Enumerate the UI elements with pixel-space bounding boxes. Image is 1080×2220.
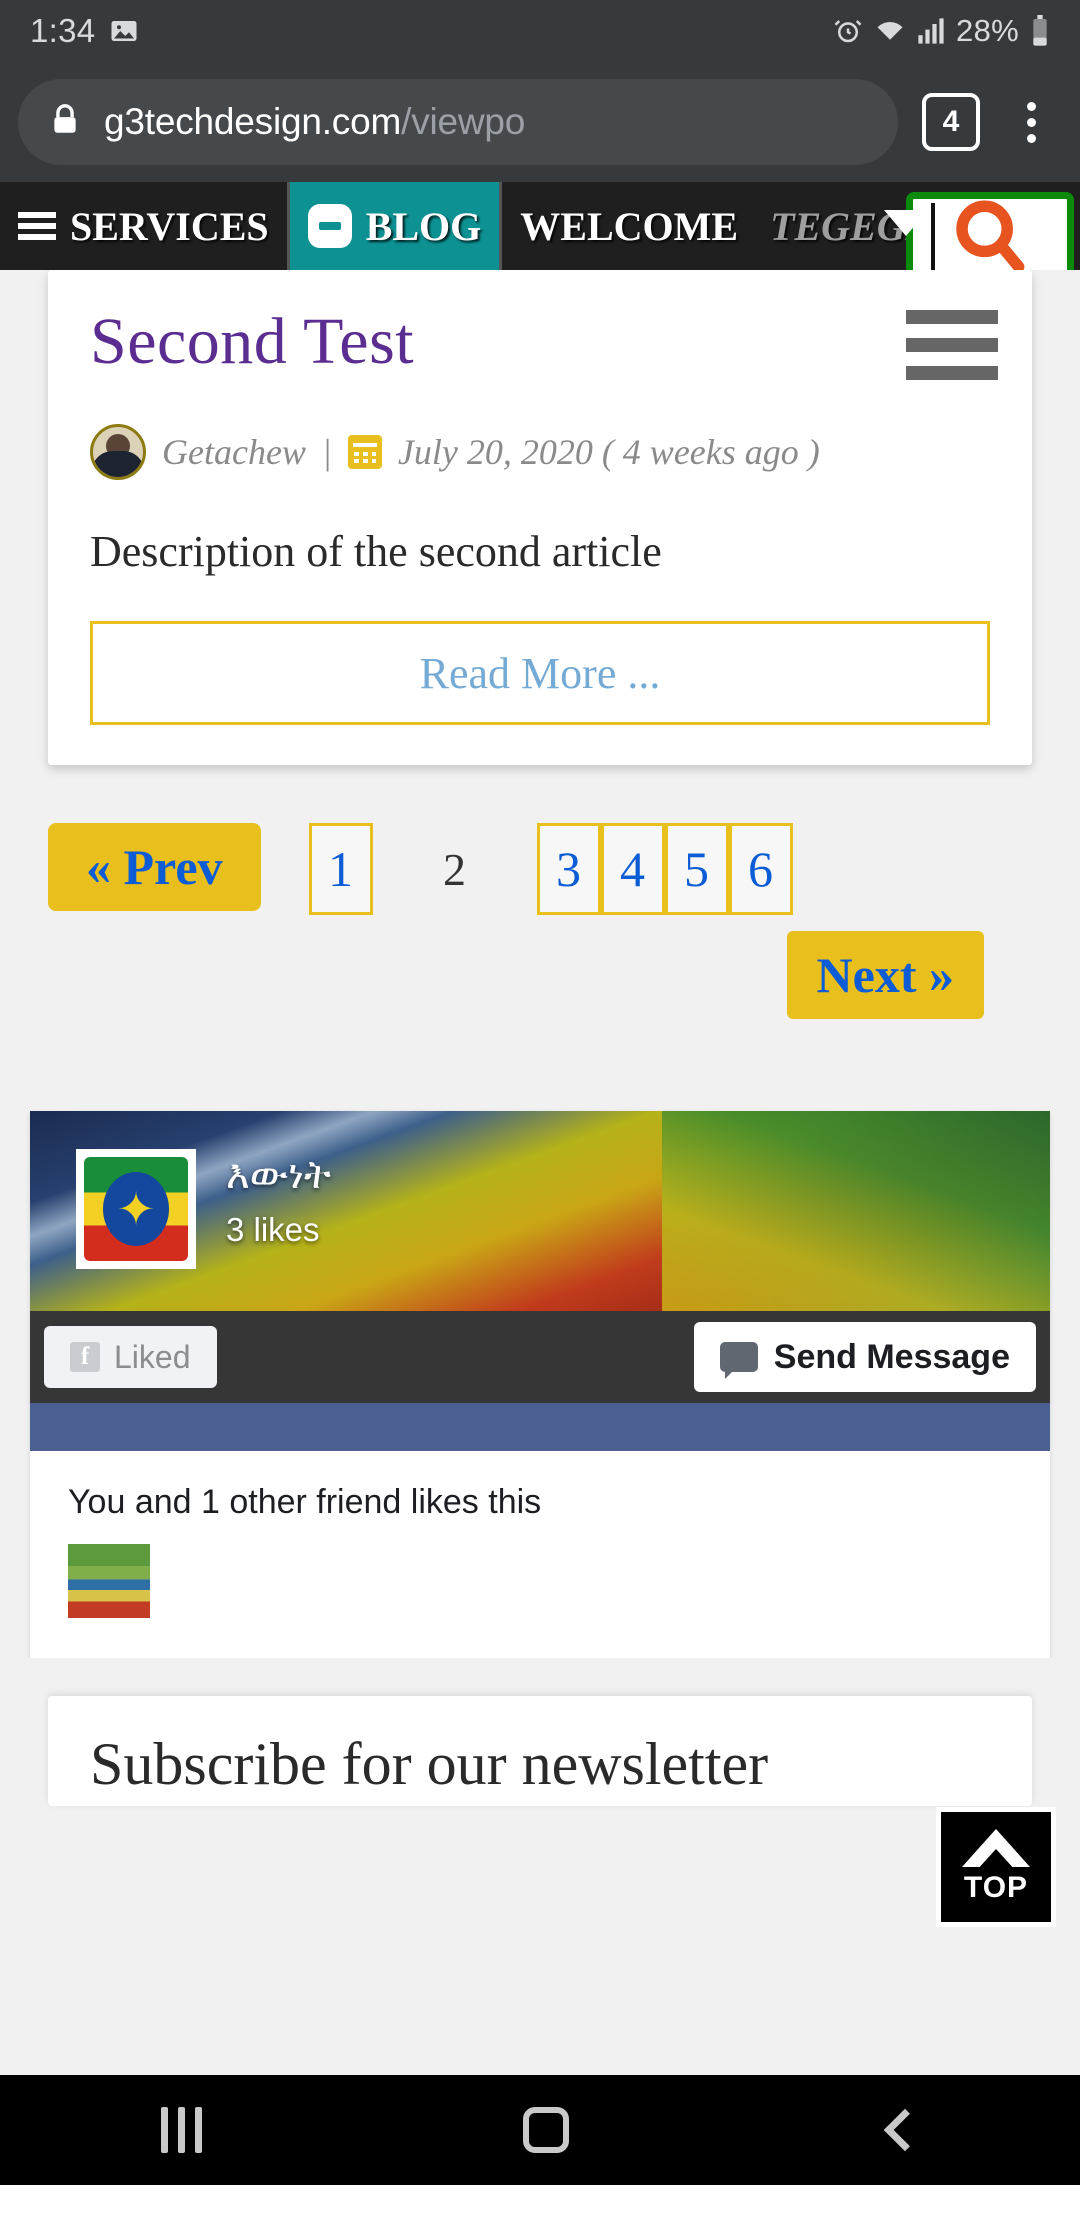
nav-item-blog[interactable]: BLOG xyxy=(289,182,503,270)
newsletter-card: Subscribe for our newsletter xyxy=(48,1696,1032,1806)
pagination-page-2-current: 2 xyxy=(443,843,467,895)
scroll-to-top-label: TOP xyxy=(963,1871,1029,1904)
battery-icon xyxy=(1030,15,1050,47)
page-content: Second Test Getachew | July 20, 2020 ( 4… xyxy=(0,270,1080,2075)
facebook-f-icon: f xyxy=(70,1342,100,1372)
chevron-up-icon xyxy=(962,1829,1030,1871)
facebook-friend-thumbnails xyxy=(68,1544,1012,1618)
facebook-page-logo: ✦ xyxy=(76,1149,196,1269)
article-description: Description of the second article xyxy=(90,527,662,576)
facebook-like-count: 3 likes xyxy=(226,1211,320,1248)
alarm-icon xyxy=(833,16,863,46)
blogger-icon xyxy=(307,204,352,248)
scroll-to-top-button[interactable]: TOP xyxy=(936,1807,1056,1927)
nav-blog-label: BLOG xyxy=(365,203,482,249)
search-input[interactable] xyxy=(906,192,1074,270)
ethiopia-flag-icon: ✦ xyxy=(84,1157,188,1261)
nav-item-services[interactable]: SERVICES xyxy=(0,182,290,270)
calendar-icon xyxy=(347,435,382,469)
facebook-send-message-button[interactable]: Send Message xyxy=(693,1322,1036,1392)
search-icon xyxy=(947,193,1033,270)
tab-switcher-button[interactable]: 4 xyxy=(922,93,980,151)
nav-welcome-label: WELCOME xyxy=(520,203,739,249)
byline-separator: | xyxy=(321,432,332,472)
android-status-bar: 1:34 28% xyxy=(0,0,1080,62)
pagination-page-4[interactable]: 4 xyxy=(600,823,665,915)
url-text: g3techdesign.com/viewpo xyxy=(104,101,525,143)
facebook-liked-label: Liked xyxy=(114,1338,191,1375)
text-cursor xyxy=(931,203,935,270)
author-avatar xyxy=(90,424,146,480)
facebook-social-proof: You and 1 other friend likes this xyxy=(30,1451,1050,1658)
facebook-liked-button[interactable]: f Liked xyxy=(44,1326,217,1388)
dropdown-caret-icon[interactable] xyxy=(884,210,928,236)
article-byline: Getachew | July 20, 2020 ( 4 weeks ago ) xyxy=(90,424,990,480)
article-date: July 20, 2020 ( 4 weeks ago ) xyxy=(397,432,820,472)
pagination-page-5[interactable]: 5 xyxy=(664,823,729,915)
facebook-social-proof-text: You and 1 other friend likes this xyxy=(68,1483,542,1521)
lock-icon xyxy=(48,103,82,142)
article-title[interactable]: Second Test xyxy=(90,304,990,380)
hamburger-menu-icon[interactable] xyxy=(906,310,998,394)
message-bubble-icon xyxy=(719,1342,758,1379)
facebook-page-name[interactable]: እውነት xyxy=(226,1153,331,1198)
url-domain: g3techdesign.com xyxy=(104,101,402,142)
recents-icon[interactable] xyxy=(160,2107,202,2153)
friend-thumbnail[interactable] xyxy=(68,1544,150,1618)
read-more-button[interactable]: Read More ... xyxy=(90,621,990,725)
facebook-send-label: Send Message xyxy=(773,1337,1010,1376)
android-navigation-bar xyxy=(0,2075,1080,2185)
wifi-icon xyxy=(874,16,906,46)
article-card: Second Test Getachew | July 20, 2020 ( 4… xyxy=(48,270,1032,765)
pagination-page-6[interactable]: 6 xyxy=(728,823,793,915)
pagination-next-button[interactable]: Next » xyxy=(786,931,984,1019)
status-bar-right: 28% xyxy=(833,13,1050,49)
battery-percent-label: 28% xyxy=(956,13,1019,48)
home-icon[interactable] xyxy=(522,2107,569,2153)
pagination: « Prev 1 2 3 4 5 6 Next » xyxy=(48,823,1032,1019)
browser-toolbar: g3techdesign.com/viewpo 4 xyxy=(0,62,1080,182)
clock: 1:34 xyxy=(30,12,96,49)
author-name: Getachew xyxy=(162,432,306,472)
overflow-menu-icon[interactable] xyxy=(1006,101,1056,143)
facebook-cover-photo: ✦ እውነት 3 likes xyxy=(30,1111,1050,1311)
status-bar-left: 1:34 xyxy=(30,12,139,50)
pagination-prev-button[interactable]: « Prev xyxy=(48,823,261,911)
nav-services-label: SERVICES xyxy=(70,203,269,249)
facebook-cover-strip xyxy=(30,1403,1050,1451)
checklist-icon xyxy=(18,212,56,240)
facebook-page-widget: ✦ እውነት 3 likes f Liked Send Message You … xyxy=(30,1111,1050,1658)
cellular-signal-icon xyxy=(917,17,945,45)
pagination-page-3[interactable]: 3 xyxy=(536,823,601,915)
newsletter-title: Subscribe for our newsletter xyxy=(90,1731,769,1797)
url-path: /viewpo xyxy=(401,101,526,142)
back-icon[interactable] xyxy=(883,2108,926,2152)
image-icon xyxy=(109,16,139,46)
site-navigation-bar: SERVICES BLOG WELCOME TEGEGNE xyxy=(0,182,1080,270)
address-bar[interactable]: g3techdesign.com/viewpo xyxy=(18,79,898,165)
facebook-action-bar: f Liked Send Message xyxy=(30,1311,1050,1403)
pagination-page-1[interactable]: 1 xyxy=(308,823,373,915)
